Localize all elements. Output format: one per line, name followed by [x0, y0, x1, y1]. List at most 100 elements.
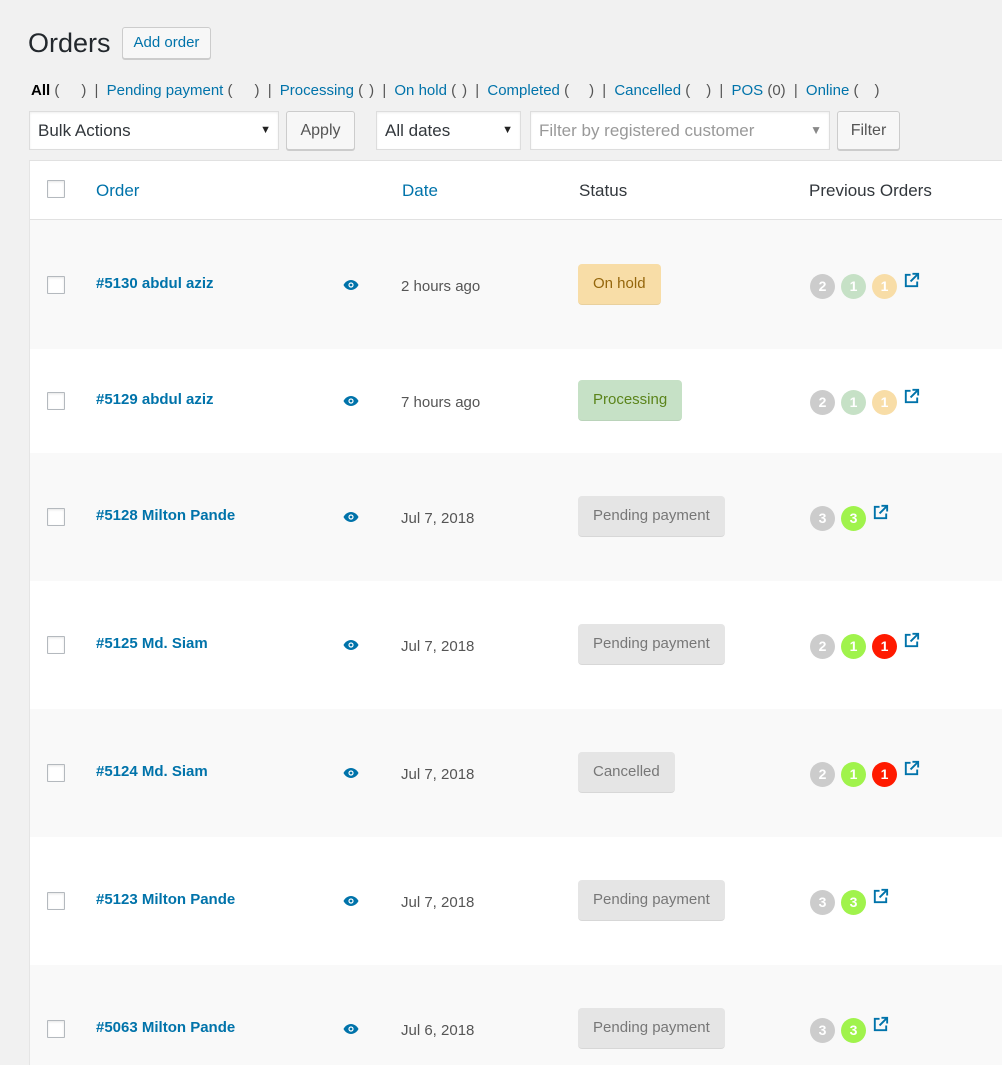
filter-pos[interactable]: POS	[731, 82, 763, 99]
row-checkbox[interactable]	[47, 764, 65, 782]
table-row: #5129 abdul aziz 7 hours ago Processing 2 1 1	[30, 349, 1002, 453]
row-checkbox[interactable]	[47, 276, 65, 294]
filter-button[interactable]: Filter	[837, 111, 900, 150]
order-link[interactable]: #5130 abdul aziz	[96, 275, 214, 292]
table-header: Order Date Status Previous Orders	[30, 161, 1002, 220]
external-link-icon[interactable]	[871, 503, 890, 522]
status-badge: Pending payment	[578, 496, 725, 537]
eye-icon[interactable]	[343, 394, 359, 406]
column-order[interactable]: Order	[96, 181, 139, 201]
row-checkbox[interactable]	[47, 636, 65, 654]
chevron-down-icon: ▼	[260, 124, 271, 136]
filter-completed[interactable]: Completed	[487, 82, 560, 99]
order-date: Jul 7, 2018	[401, 766, 475, 783]
previous-order-count-badge: 2	[810, 274, 835, 299]
external-link-icon[interactable]	[871, 887, 890, 906]
column-previous-orders: Previous Orders	[809, 181, 932, 200]
filter-cancelled-count: ()	[685, 82, 712, 99]
page-header: Orders Add order	[28, 26, 212, 60]
previous-order-count-badge: 2	[810, 762, 835, 787]
eye-icon[interactable]	[343, 766, 359, 778]
previous-order-count-badge: 3	[810, 890, 835, 915]
select-all-checkbox[interactable]	[47, 180, 65, 198]
external-link-icon[interactable]	[902, 271, 921, 290]
previous-orders: 33	[810, 887, 890, 915]
previous-order-count-badge: 2	[810, 634, 835, 659]
filter-pending-count: ()	[227, 82, 260, 99]
external-link-icon[interactable]	[902, 387, 921, 406]
table-row: #5063 Milton Pande Jul 6, 2018 Pending pay…	[30, 965, 1002, 1065]
dates-select[interactable]: All dates ▼	[376, 111, 521, 150]
table-row: #5125 Md. Siam Jul 7, 2018 Pending payment…	[30, 581, 1002, 709]
apply-button[interactable]: Apply	[286, 111, 355, 150]
row-checkbox[interactable]	[47, 392, 65, 410]
chevron-down-icon: ▼	[502, 124, 513, 136]
order-link[interactable]: #5124 Md. Siam	[96, 763, 208, 780]
eye-icon[interactable]	[343, 1022, 359, 1034]
orders-table: Order Date Status Previous Orders #5130 …	[29, 160, 1002, 1065]
order-date: Jul 7, 2018	[401, 510, 475, 527]
chevron-down-icon: ▼	[810, 123, 822, 137]
previous-order-count-badge: 1	[841, 634, 866, 659]
previous-order-count-badge: 1	[841, 762, 866, 787]
filter-on-hold[interactable]: On hold	[394, 82, 447, 99]
eye-icon[interactable]	[343, 510, 359, 522]
eye-icon[interactable]	[343, 278, 359, 290]
bulk-actions-select[interactable]: Bulk Actions ▼	[29, 111, 279, 150]
previous-order-count-badge: 1	[872, 274, 897, 299]
status-badge: Processing	[578, 380, 683, 421]
status-badge: Pending payment	[578, 880, 725, 921]
previous-order-count-badge: 2	[810, 390, 835, 415]
order-date: Jul 7, 2018	[401, 894, 475, 911]
filter-all[interactable]: All	[31, 82, 50, 99]
customer-filter-placeholder: Filter by registered customer	[539, 121, 755, 140]
previous-orders: 33	[810, 503, 890, 531]
dates-label: All dates	[385, 121, 451, 140]
order-date: Jul 6, 2018	[401, 1022, 475, 1039]
filter-completed-count: ()	[564, 82, 595, 99]
previous-order-count-badge: 1	[872, 634, 897, 659]
previous-orders: 211	[810, 759, 921, 787]
table-row: #5130 abdul aziz 2 hours ago On hold 2 1 1	[30, 220, 1002, 349]
previous-orders: 211	[810, 271, 921, 299]
filter-online[interactable]: Online	[806, 82, 849, 99]
previous-order-count-badge: 3	[810, 1018, 835, 1043]
filter-pending-payment[interactable]: Pending payment	[107, 82, 224, 99]
column-status: Status	[579, 181, 628, 200]
order-date: Jul 7, 2018	[401, 638, 475, 655]
page-title: Orders	[28, 28, 111, 58]
add-order-button[interactable]: Add order	[121, 27, 212, 59]
order-link[interactable]: #5063 Milton Pande	[96, 1019, 235, 1036]
filter-processing[interactable]: Processing	[280, 82, 354, 99]
previous-orders: 211	[810, 631, 921, 659]
status-filter-links: All () | Pending payment () | Processing…	[31, 82, 880, 99]
external-link-icon[interactable]	[871, 1015, 890, 1034]
status-badge: Cancelled	[578, 752, 675, 793]
eye-icon[interactable]	[343, 894, 359, 906]
order-link[interactable]: #5125 Md. Siam	[96, 635, 208, 652]
status-badge: Pending payment	[578, 1008, 725, 1049]
order-link[interactable]: #5123 Milton Pande	[96, 891, 235, 908]
previous-orders: 211	[810, 387, 921, 415]
previous-order-count-badge: 3	[841, 1018, 866, 1043]
column-date[interactable]: Date	[402, 181, 438, 201]
filter-cancelled[interactable]: Cancelled	[614, 82, 681, 99]
filter-pos-count: (0)	[767, 82, 786, 99]
status-badge: On hold	[578, 264, 661, 305]
customer-filter-select[interactable]: Filter by registered customer ▼	[530, 111, 830, 150]
order-date: 2 hours ago	[401, 278, 481, 295]
table-row: #5123 Milton Pande Jul 7, 2018 Pending pay…	[30, 837, 1002, 965]
external-link-icon[interactable]	[902, 759, 921, 778]
filter-processing-count: ()	[358, 82, 375, 99]
eye-icon[interactable]	[343, 638, 359, 650]
row-checkbox[interactable]	[47, 892, 65, 910]
previous-order-count-badge: 1	[841, 274, 866, 299]
order-link[interactable]: #5129 abdul aziz	[96, 391, 214, 408]
row-checkbox[interactable]	[47, 508, 65, 526]
row-checkbox[interactable]	[47, 1020, 65, 1038]
previous-order-count-badge: 3	[841, 890, 866, 915]
order-link[interactable]: #5128 Milton Pande	[96, 507, 235, 524]
previous-order-count-badge: 3	[810, 506, 835, 531]
external-link-icon[interactable]	[902, 631, 921, 650]
table-row: #5124 Md. Siam Jul 7, 2018 Cancelled 2 1 1	[30, 709, 1002, 837]
